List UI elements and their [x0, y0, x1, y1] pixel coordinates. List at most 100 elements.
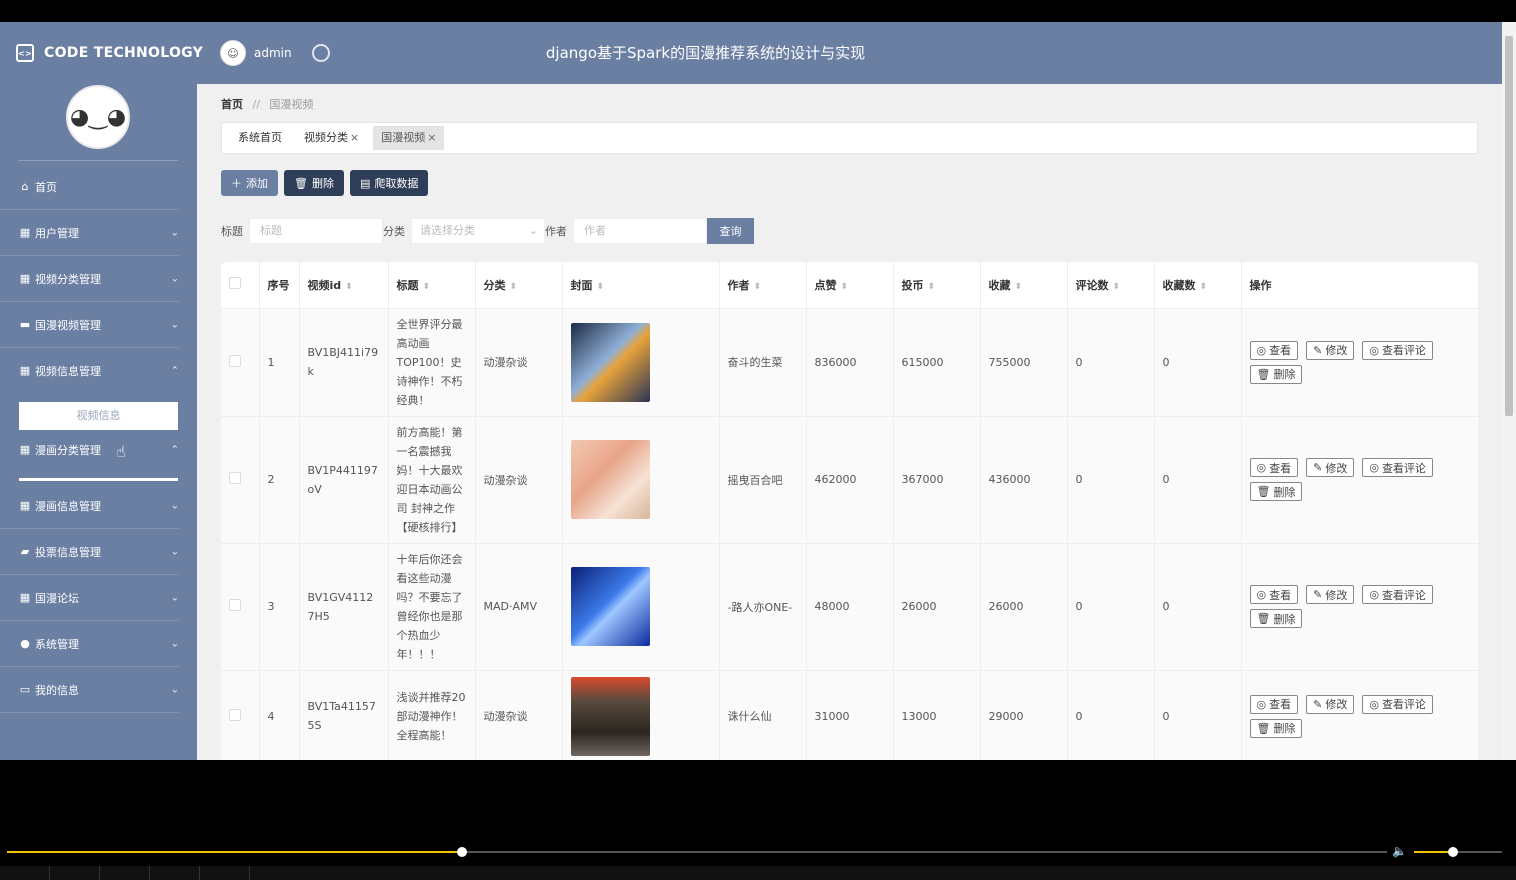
breadcrumb-home[interactable]: 首页	[221, 98, 243, 111]
author-input[interactable]: 作者	[573, 218, 707, 244]
close-icon[interactable]: ×	[427, 131, 436, 144]
eye-icon: ◎	[1256, 697, 1267, 711]
view-button[interactable]: ◎ 查看	[1249, 585, 1299, 604]
submenu-video-info[interactable]: 视频信息	[19, 402, 178, 430]
row-checkbox[interactable]	[229, 599, 241, 611]
sidebar-item-system[interactable]: ● 系统管理 ⌄	[0, 621, 179, 667]
category-select[interactable]: 请选择分类 ⌄	[411, 218, 545, 244]
cover-image[interactable]	[570, 567, 650, 646]
header-category[interactable]: 分类 ⬍	[475, 262, 563, 309]
view-comments-button[interactable]: ◎ 查看评论	[1362, 340, 1433, 360]
crawl-button[interactable]: ▤ 爬取数据	[349, 170, 429, 196]
select-all-checkbox[interactable]	[229, 277, 241, 290]
add-button[interactable]: ＋ 添加	[221, 170, 278, 196]
sort-icon[interactable]: ⬍	[510, 282, 518, 292]
sidebar-menu: ⌂ 首页 ▦ 用户管理 ⌄ ▦ 视频分类管理 ⌄ ▬ 国漫视频管理 ⌄ ▦ 视频…	[0, 164, 197, 713]
row-delete-button[interactable]: 🗑 删除	[1249, 364, 1303, 384]
sidebar-item-forum[interactable]: ▦ 国漫论坛 ⌄	[0, 575, 179, 621]
tab-system-home[interactable]: 系统首页	[230, 126, 290, 150]
header-vid[interactable]: 视频id ⬍	[299, 262, 389, 309]
delete-button[interactable]: 🗑 删除	[284, 170, 344, 196]
cover-image[interactable]	[570, 676, 650, 756]
settings-icon[interactable]	[311, 44, 330, 62]
cover-image[interactable]	[570, 322, 650, 402]
sidebar-item-vote[interactable]: ▰ 投票信息管理 ⌄	[0, 529, 179, 575]
chevron-down-icon: ⌄	[170, 319, 179, 330]
view-comments-button[interactable]: ◎ 查看评论	[1362, 694, 1433, 714]
header-author[interactable]: 作者 ⬍	[719, 262, 807, 309]
volume-handle[interactable]	[1448, 847, 1458, 857]
header-favs[interactable]: 收藏 ⬍	[980, 262, 1068, 309]
sidebar-item-video-info[interactable]: ▦ 视频信息管理 ⌃	[0, 348, 179, 394]
row-delete-button[interactable]: 🗑 删除	[1249, 482, 1303, 501]
row-delete-button[interactable]: 🗑 删除	[1249, 609, 1303, 628]
sort-icon[interactable]: ⬍	[754, 282, 762, 292]
edit-button[interactable]: ✎ 修改	[1306, 458, 1355, 477]
header-comments[interactable]: 评论数 ⬍	[1067, 262, 1155, 309]
sort-icon[interactable]: ⬍	[1200, 282, 1208, 292]
row-checkbox[interactable]	[229, 708, 241, 721]
view-button[interactable]: ◎ 查看	[1249, 458, 1299, 477]
no-cell: 2	[259, 416, 300, 544]
edit-button[interactable]: ✎ 修改	[1306, 694, 1355, 714]
sidebar-item-anime-video[interactable]: ▬ 国漫视频管理 ⌄	[0, 302, 179, 348]
vid-cell: BV1GV41127H5	[299, 543, 389, 671]
close-icon[interactable]: ×	[350, 131, 359, 144]
user-menu[interactable]: ☺ admin	[220, 22, 330, 84]
sort-icon[interactable]: ⬍	[345, 282, 353, 292]
edit-button[interactable]: ✎ 修改	[1306, 585, 1355, 604]
tab-anime-video[interactable]: 国漫视频 ×	[373, 126, 445, 150]
edit-label: 修改	[1325, 461, 1348, 475]
sort-icon[interactable]: ⬍	[928, 282, 936, 292]
table-row: 3 BV1GV41127H5 十年后你还会看这些动漫吗？不要忘了曾经你也是那个热…	[221, 543, 1478, 671]
title-cell: 前方高能！第一名震撼我妈！十大最欢迎日本动画公司 封神之作【硬核排行】	[388, 416, 476, 544]
sidebar-item-video-category[interactable]: ▦ 视频分类管理 ⌄	[0, 256, 179, 302]
grid-icon: ▦	[19, 225, 31, 239]
coins-cell: 615000	[893, 308, 981, 417]
ops-cell: ◎ 查看 ✎ 修改 ◎ 查看评论 🗑 删除	[1241, 416, 1478, 544]
chevron-down-icon: ⌄	[170, 592, 179, 603]
video-player-controls	[0, 760, 1516, 880]
sort-icon[interactable]: ⬍	[1113, 282, 1121, 292]
sort-icon[interactable]: ⬍	[1015, 282, 1023, 292]
chevron-down-icon: ⌄	[170, 500, 179, 511]
sidebar-item-comic-info[interactable]: ▦ 漫画信息管理 ⌄	[0, 483, 179, 529]
scrollbar-thumb[interactable]	[1505, 36, 1513, 416]
header-title[interactable]: 标题 ⬍	[388, 262, 476, 309]
tab-video-category[interactable]: 视频分类 ×	[296, 126, 367, 150]
sidebar-item-label: 首页	[35, 180, 57, 194]
header-collects[interactable]: 收藏数 ⬍	[1154, 262, 1242, 309]
cover-image[interactable]	[570, 440, 650, 519]
header-coins[interactable]: 投币 ⬍	[893, 262, 981, 309]
volume-icon[interactable]: 🔈	[1392, 844, 1407, 858]
sidebar-item-my-info[interactable]: ▭ 我的信息 ⌄	[0, 667, 179, 713]
sidebar-item-users[interactable]: ▦ 用户管理 ⌄	[0, 210, 179, 256]
view-button[interactable]: ◎ 查看	[1249, 340, 1299, 360]
sort-icon[interactable]: ⬍	[841, 282, 849, 292]
seek-progress	[7, 851, 462, 853]
sidebar-item-home[interactable]: ⌂ 首页	[0, 164, 179, 210]
view-button[interactable]: ◎ 查看	[1249, 694, 1299, 714]
likes-cell: 31000	[806, 670, 894, 760]
view-comments-button[interactable]: ◎ 查看评论	[1362, 585, 1433, 604]
sort-icon[interactable]: ⬍	[597, 282, 605, 292]
view-comments-button[interactable]: ◎ 查看评论	[1362, 458, 1433, 477]
row-delete-button[interactable]: 🗑 删除	[1249, 718, 1303, 738]
header-cover[interactable]: 封面 ⬍	[562, 262, 720, 309]
category-cell: 动漫杂谈	[475, 416, 563, 544]
sidebar-item-comic-category[interactable]: ▦ 漫画分类管理 ⌃	[0, 434, 179, 466]
edit-button[interactable]: ✎ 修改	[1306, 340, 1355, 360]
author-label: 作者	[545, 225, 567, 238]
title-text: 前方高能！第一名震撼我妈！十大最欢迎日本动画公司 封神之作【硬核排行】	[396, 425, 463, 534]
query-button[interactable]: 查询	[707, 218, 754, 244]
sort-icon[interactable]: ⬍	[423, 282, 431, 292]
row-checkbox[interactable]	[229, 354, 241, 367]
comments-cell: 0	[1067, 416, 1155, 544]
no-cell: 1	[259, 308, 300, 417]
title-input[interactable]: 标题	[249, 218, 383, 244]
sidebar-item-label: 系统管理	[35, 637, 79, 651]
row-checkbox[interactable]	[229, 472, 241, 484]
seek-handle[interactable]	[457, 847, 467, 857]
header-likes[interactable]: 点赞 ⬍	[806, 262, 894, 309]
vid-cell: BV1P441197oV	[299, 416, 389, 544]
